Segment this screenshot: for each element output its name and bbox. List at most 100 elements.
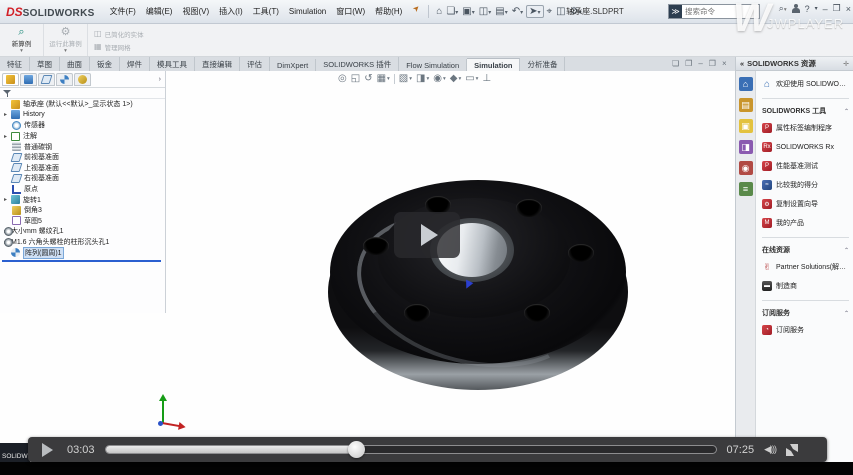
my-products-link[interactable]: M 我的产品	[762, 218, 849, 228]
help-icon[interactable]: ?	[805, 4, 810, 14]
partner-solutions-link[interactable]: ✌ Partner Solutions(解决方案)	[762, 262, 849, 272]
tree-item-material[interactable]: 普通碳钢	[0, 141, 165, 152]
section-sw-tools[interactable]: SOLIDWORKS 工具 ⌃	[762, 98, 849, 116]
run-study-button[interactable]: ⚙ 运行此算例 ▾	[44, 24, 88, 56]
subscription-service-link[interactable]: ◔ 订阅服务	[762, 325, 849, 335]
menu-insert[interactable]: 插入(I)	[214, 4, 248, 19]
volume-icon[interactable]: ◀)))	[764, 444, 776, 455]
resources-tab-icon[interactable]: ⌂	[739, 77, 753, 91]
tab-property-manager-icon[interactable]	[20, 73, 37, 86]
pane-pin-icon[interactable]: ✛	[843, 60, 849, 68]
simplified-bodies-button[interactable]: ◫ 已简化的实体	[94, 29, 144, 39]
menu-file[interactable]: 文件(F)	[105, 4, 141, 19]
tree-item-front-plane[interactable]: 前视基准面	[0, 152, 165, 163]
tab-sketch[interactable]: 草图	[30, 57, 60, 71]
tab-mold-tools[interactable]: 模具工具	[150, 57, 195, 71]
copy-settings-wizard-link[interactable]: ⚙ 复制设置向导	[762, 199, 849, 209]
display-style-icon[interactable]: ▧▾	[399, 73, 412, 84]
tree-item-right-plane[interactable]: 右视基准面	[0, 173, 165, 184]
manage-mesh-button[interactable]: ▦ 管理网格	[94, 42, 144, 52]
pin-menu-icon[interactable]	[413, 7, 422, 16]
tab-display-manager-icon[interactable]	[74, 73, 91, 86]
performance-benchmark-link[interactable]: P 性能基准测试	[762, 161, 849, 171]
normal-to-icon[interactable]: ⊥	[482, 73, 491, 84]
new-document-icon[interactable]: ❏▾	[445, 5, 459, 18]
home-icon[interactable]: ⌂	[435, 5, 443, 18]
collapse-section-icon[interactable]: ⌃	[844, 310, 849, 317]
collapse-section-icon[interactable]: ⌃	[844, 108, 849, 115]
view-palette-tab-icon[interactable]: ◨	[739, 140, 753, 154]
tab-flow-simulation[interactable]: Flow Simulation	[399, 59, 467, 71]
collapse-section-icon[interactable]: ⌃	[844, 247, 849, 254]
search-scope-icon[interactable]: ≫	[669, 5, 682, 18]
section-online-resources[interactable]: 在线资源 ⌃	[762, 237, 849, 255]
tree-item-sketch5[interactable]: 草图5	[0, 216, 165, 227]
tree-item-tapped-hole[interactable]: ▸ 大小mm 螺纹孔1	[0, 226, 165, 237]
tree-item-chamfer3[interactable]: 倒角3	[0, 205, 165, 216]
section-view-icon[interactable]: ▦▾	[377, 73, 390, 84]
tab-sw-addins[interactable]: SOLIDWORKS 插件	[316, 57, 399, 71]
tree-item-history[interactable]: ▸ History	[0, 110, 165, 121]
menu-view[interactable]: 视图(V)	[177, 4, 214, 19]
file-explorer-tab-icon[interactable]: ▣	[739, 119, 753, 133]
new-study-button[interactable]: ⌕ 新算例 ▾	[0, 24, 44, 56]
tab-surfaces[interactable]: 曲面	[60, 57, 90, 71]
tab-analysis-prep[interactable]: 分析准备	[520, 57, 565, 71]
property-tab-builder-link[interactable]: P 属性标签编制程序	[762, 123, 849, 133]
tab-direct-editing[interactable]: 直接编辑	[195, 57, 240, 71]
tab-feature-tree-icon[interactable]	[2, 73, 19, 86]
menu-window[interactable]: 窗口(W)	[331, 4, 370, 19]
zoom-fit-icon[interactable]: ◎	[338, 73, 347, 84]
counterbore-hole[interactable]	[363, 237, 389, 255]
save-icon[interactable]: ◫▾	[478, 5, 492, 18]
menu-edit[interactable]: 编辑(E)	[141, 4, 178, 19]
tab-features[interactable]: 特征	[0, 57, 30, 71]
tree-filter[interactable]	[0, 88, 165, 99]
welcome-link[interactable]: ⌂ 欢迎使用 SOLIDWORKS	[762, 79, 849, 89]
zoom-area-icon[interactable]: ◱	[351, 73, 360, 84]
play-button[interactable]	[42, 443, 53, 457]
appearances-tab-icon[interactable]: ◉	[739, 161, 753, 175]
tab-evaluate[interactable]: 评估	[240, 57, 270, 71]
counterbore-hole[interactable]	[516, 199, 542, 217]
hide-show-icon[interactable]: ◨▾	[416, 73, 429, 84]
collapse-pane-icon[interactable]: «	[740, 59, 744, 68]
previous-view-icon[interactable]: ↺	[364, 73, 372, 84]
manufacturers-link[interactable]: ▬ 制造商	[762, 281, 849, 291]
doc-icon-1[interactable]: ❏	[672, 59, 679, 68]
video-play-overlay-button[interactable]	[394, 212, 460, 258]
counterbore-hole[interactable]	[404, 304, 430, 322]
rollback-bar[interactable]	[2, 260, 161, 262]
fullscreen-icon[interactable]	[786, 444, 798, 456]
tree-item-revolve1[interactable]: ▸ 旋转1	[0, 194, 165, 205]
search-magnifier-icon[interactable]: ⌕▾	[779, 3, 787, 14]
design-library-tab-icon[interactable]: ▤	[739, 98, 753, 112]
menu-simulation[interactable]: Simulation	[284, 5, 331, 18]
command-search-input[interactable]: ≫ 搜索命令	[668, 4, 760, 19]
expand-arrow-icon[interactable]: ▸	[4, 133, 11, 140]
tree-item-top-plane[interactable]: 上视基准面	[0, 163, 165, 174]
expand-arrow-icon[interactable]: ▸	[4, 111, 11, 118]
expand-arrow-icon[interactable]: ▸	[4, 196, 11, 203]
menu-help[interactable]: 帮助(H)	[370, 4, 407, 19]
tree-item-origin[interactable]: 原点	[0, 184, 165, 195]
tree-item-circular-pattern[interactable]: 阵列(圆周)1	[0, 247, 165, 258]
doc-close-icon[interactable]: ×	[722, 59, 727, 68]
custom-properties-tab-icon[interactable]: ≡	[739, 182, 753, 196]
menu-tools[interactable]: 工具(T)	[248, 4, 284, 19]
tab-simulation[interactable]: Simulation	[467, 58, 520, 71]
restore-button[interactable]: ❐	[833, 3, 841, 14]
section-subscription[interactable]: 订阅服务 ⌃	[762, 300, 849, 318]
counterbore-hole[interactable]	[524, 304, 550, 322]
tab-weldments[interactable]: 焊件	[120, 57, 150, 71]
print-icon[interactable]: ▤▾	[494, 5, 508, 18]
tabs-overflow-icon[interactable]: ›	[159, 76, 163, 83]
tree-item-sensors[interactable]: 传感器	[0, 120, 165, 131]
tree-item-annotations[interactable]: ▸ 注解	[0, 131, 165, 142]
solidworks-rx-link[interactable]: Rx SOLIDWORKS Rx	[762, 142, 849, 152]
open-icon[interactable]: ▣▾	[461, 5, 475, 18]
help-caret-icon[interactable]: ▾	[815, 5, 818, 12]
close-button[interactable]: ×	[846, 4, 851, 14]
counterbore-hole[interactable]	[568, 244, 594, 262]
tab-sheet-metal[interactable]: 钣金	[90, 57, 120, 71]
